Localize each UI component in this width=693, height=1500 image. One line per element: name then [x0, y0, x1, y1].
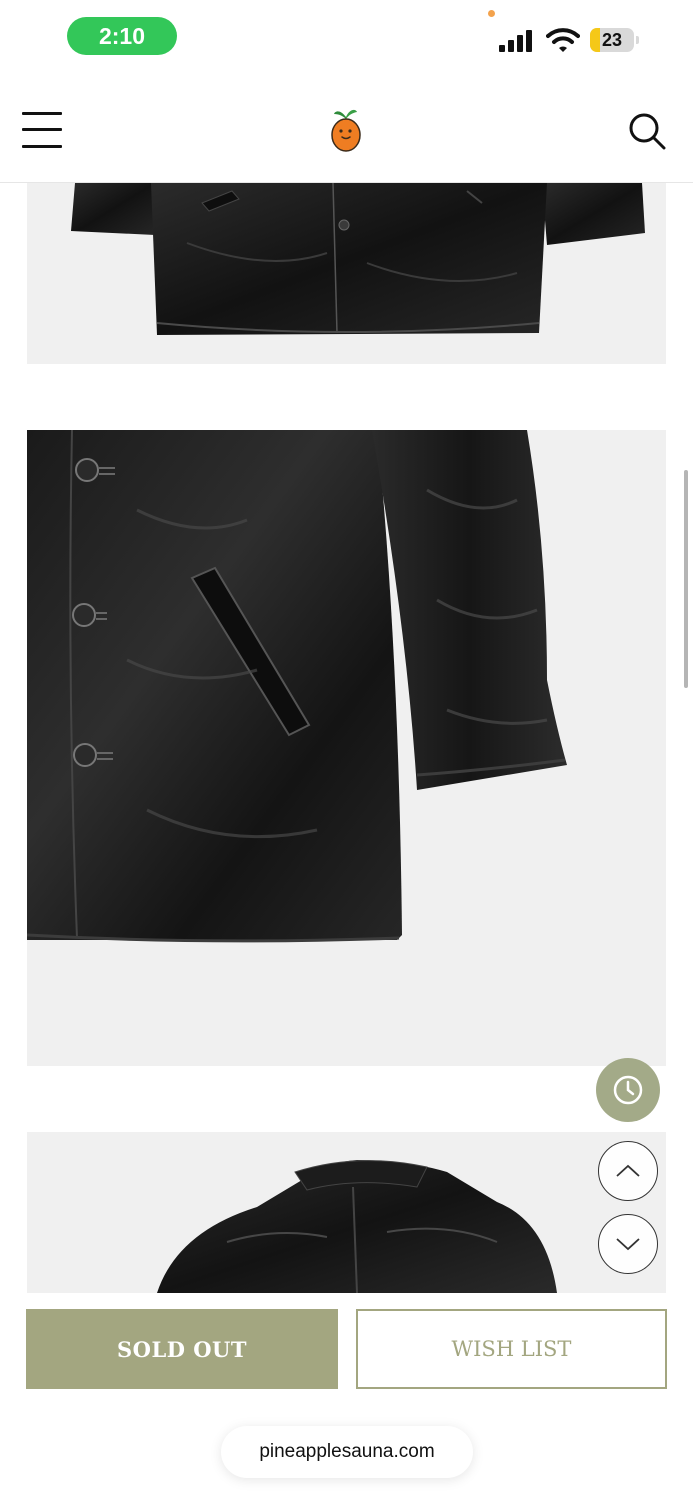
browser-address-bar[interactable]: pineapplesauna.com — [221, 1426, 473, 1478]
hamburger-menu-icon[interactable] — [22, 112, 62, 148]
chevron-up-icon — [616, 1164, 640, 1177]
jacket-front-illustration — [27, 430, 567, 943]
product-image-1[interactable] — [27, 183, 666, 364]
status-bar: 2:10 23 — [0, 0, 693, 75]
status-time: 2:10 — [67, 17, 177, 55]
site-header — [0, 75, 693, 183]
clock-icon — [613, 1075, 643, 1105]
search-icon[interactable] — [628, 112, 666, 150]
wish-list-button[interactable]: WISH LIST — [356, 1309, 667, 1389]
product-image-2[interactable] — [27, 430, 666, 1066]
privacy-indicator-dot — [488, 10, 495, 17]
sold-out-button[interactable]: SOLD OUT — [26, 1309, 338, 1389]
battery-icon: 23 — [590, 28, 640, 52]
recently-viewed-button[interactable] — [596, 1058, 660, 1122]
product-image-3[interactable] — [27, 1132, 666, 1293]
wifi-icon — [546, 28, 580, 52]
chevron-down-icon — [616, 1238, 640, 1251]
page-scrollbar[interactable] — [684, 470, 688, 688]
jacket-collar-illustration — [157, 1160, 557, 1293]
scroll-to-top-button[interactable] — [598, 1141, 658, 1201]
orange-mascot-logo[interactable] — [326, 105, 366, 153]
jacket-hem-illustration — [71, 183, 645, 335]
cellular-signal-icon — [499, 30, 532, 52]
scroll-to-bottom-button[interactable] — [598, 1214, 658, 1274]
battery-level-text: 23 — [601, 30, 623, 50]
